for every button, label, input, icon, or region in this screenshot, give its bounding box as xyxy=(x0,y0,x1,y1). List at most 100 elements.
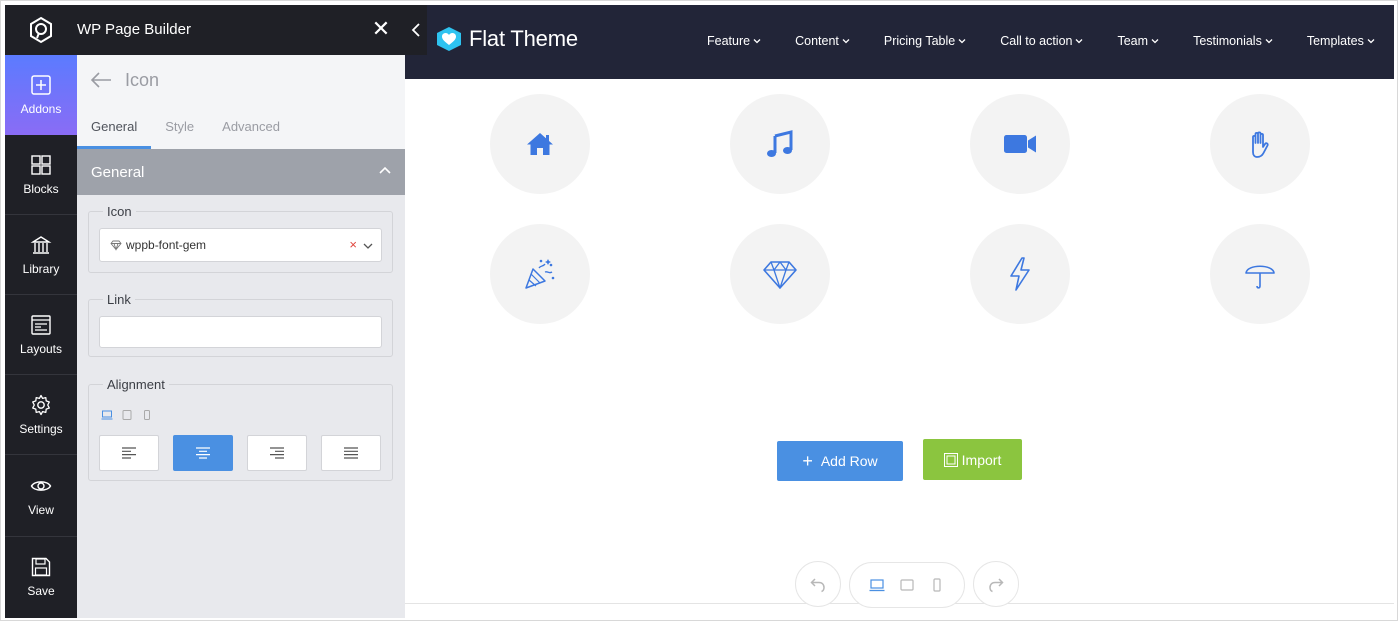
alignment-device-switch xyxy=(101,409,153,421)
nav-item-templates[interactable]: Templates xyxy=(1307,34,1375,48)
site-brand[interactable]: Flat Theme xyxy=(435,26,578,52)
align-center-button[interactable] xyxy=(173,435,233,471)
nav-item-pricing-table[interactable]: Pricing Table xyxy=(884,34,966,48)
gear-icon xyxy=(32,394,50,415)
music-icon xyxy=(767,130,793,157)
add-row-label: Add Row xyxy=(820,453,878,469)
nav-item-label: Templates xyxy=(1306,34,1364,48)
rail-item-addons[interactable]: Addons xyxy=(5,55,77,135)
align-justify-button[interactable] xyxy=(321,435,381,471)
clear-icon-button[interactable]: × xyxy=(349,237,357,252)
panel-header: WP Page Builder ✕ xyxy=(77,5,405,55)
chevron-down-icon xyxy=(1265,39,1273,44)
icon-field-label: Icon xyxy=(103,204,136,219)
addon-settings-panel: WP Page Builder ✕ Icon General Style Adv… xyxy=(77,5,405,618)
close-panel-button[interactable]: ✕ xyxy=(371,17,391,41)
chevron-down-icon xyxy=(842,39,850,44)
chevron-down-icon xyxy=(958,39,966,44)
plus-icon: + xyxy=(802,450,813,471)
nav-item-label: Testimonials xyxy=(1193,34,1262,48)
icon-addon-umbrella[interactable] xyxy=(1210,224,1310,324)
undo-icon xyxy=(810,578,825,593)
chevron-down-icon xyxy=(363,243,373,249)
nav-item-feature[interactable]: Feature xyxy=(707,34,761,48)
video-camera-icon xyxy=(1004,135,1036,153)
collapse-panel-button[interactable] xyxy=(405,5,427,55)
mobile-icon[interactable] xyxy=(141,409,153,421)
panel-tabs: General Style Advanced xyxy=(77,115,294,149)
add-row-button[interactable]: + Add Row xyxy=(777,441,903,481)
rail-item-library[interactable]: Library xyxy=(5,215,77,295)
nav-item-label: Feature xyxy=(707,34,751,48)
icon-select[interactable]: wppb-font-gem × xyxy=(99,228,382,262)
nav-item-label: Call to action xyxy=(1000,34,1073,48)
back-row: Icon xyxy=(89,69,159,91)
hand-icon xyxy=(1252,131,1269,158)
align-right-icon xyxy=(270,447,284,459)
undo-button[interactable] xyxy=(795,561,841,607)
align-left-button[interactable] xyxy=(99,435,159,471)
floppy-icon xyxy=(31,557,51,577)
rail-item-settings[interactable]: Settings xyxy=(5,375,77,455)
rail-item-label: Library xyxy=(22,261,60,276)
site-brand-name: Flat Theme xyxy=(469,26,578,51)
tablet-icon[interactable] xyxy=(899,578,915,592)
chevron-down-icon xyxy=(1076,39,1083,44)
site-header: Flat Theme Feature Content Pricing Table… xyxy=(405,5,1394,79)
rail-item-layouts[interactable]: Layouts xyxy=(5,295,77,375)
import-label: Import xyxy=(961,451,1002,468)
icon-addon-home[interactable] xyxy=(490,94,590,194)
nav-item-content[interactable]: Content xyxy=(795,34,850,48)
builder-logo-icon xyxy=(30,16,52,44)
nav-item-testimonials[interactable]: Testimonials xyxy=(1193,34,1273,48)
panel-top: Icon General Style Advanced xyxy=(77,55,405,149)
tab-general[interactable]: General xyxy=(77,115,152,149)
site-nav: Feature Content Pricing Table Call to ac… xyxy=(707,34,1375,48)
link-field-label: Link xyxy=(103,292,135,307)
lightning-icon xyxy=(1010,257,1030,291)
icon-addon-party[interactable] xyxy=(490,224,590,324)
icon-addon-hand[interactable] xyxy=(1210,94,1310,194)
nav-item-call-to-action[interactable]: Call to action xyxy=(1000,34,1083,48)
general-section-toggle[interactable]: General xyxy=(77,149,405,195)
import-button[interactable]: Import xyxy=(923,439,1022,480)
link-field: Link xyxy=(88,292,393,357)
builder-logo[interactable] xyxy=(5,5,77,55)
align-left-icon xyxy=(122,447,136,459)
rail-item-label: Blocks xyxy=(23,181,59,196)
chevron-left-icon xyxy=(411,23,420,37)
desktop-icon[interactable] xyxy=(869,578,885,592)
back-arrow-icon[interactable] xyxy=(89,69,113,91)
link-input[interactable] xyxy=(99,316,382,348)
layouts-icon xyxy=(31,314,51,335)
tablet-icon[interactable] xyxy=(121,409,133,421)
align-right-button[interactable] xyxy=(247,435,307,471)
library-icon xyxy=(30,235,52,254)
rail-item-label: Settings xyxy=(19,421,63,436)
nav-item-label: Content xyxy=(795,34,839,48)
chevron-down-icon xyxy=(1151,39,1159,44)
plus-square-icon xyxy=(31,75,51,95)
rail-item-blocks[interactable]: Blocks xyxy=(5,135,77,215)
chevron-down-icon xyxy=(1367,39,1375,44)
tab-style[interactable]: Style xyxy=(151,115,208,149)
icon-addon-music[interactable] xyxy=(730,94,830,194)
redo-icon xyxy=(989,578,1004,593)
icon-field: Icon wppb-font-gem × xyxy=(88,204,393,273)
umbrella-icon xyxy=(1245,265,1275,289)
rail-item-save[interactable]: Save xyxy=(5,537,77,617)
rail-item-view[interactable]: View xyxy=(5,455,77,537)
desktop-icon[interactable] xyxy=(101,409,113,421)
nav-item-team[interactable]: Team xyxy=(1117,34,1159,48)
icon-addon-gem[interactable] xyxy=(730,224,830,324)
rail-item-label: Addons xyxy=(20,102,62,116)
addon-title: Icon xyxy=(125,69,160,90)
icon-addon-lightning[interactable] xyxy=(970,224,1070,324)
import-icon xyxy=(943,452,958,467)
device-preview-switch xyxy=(849,562,965,608)
redo-button[interactable] xyxy=(973,561,1019,607)
mobile-icon[interactable] xyxy=(929,578,945,592)
rail-item-label: View xyxy=(28,502,54,517)
tab-advanced[interactable]: Advanced xyxy=(208,115,294,149)
icon-addon-video[interactable] xyxy=(970,94,1070,194)
